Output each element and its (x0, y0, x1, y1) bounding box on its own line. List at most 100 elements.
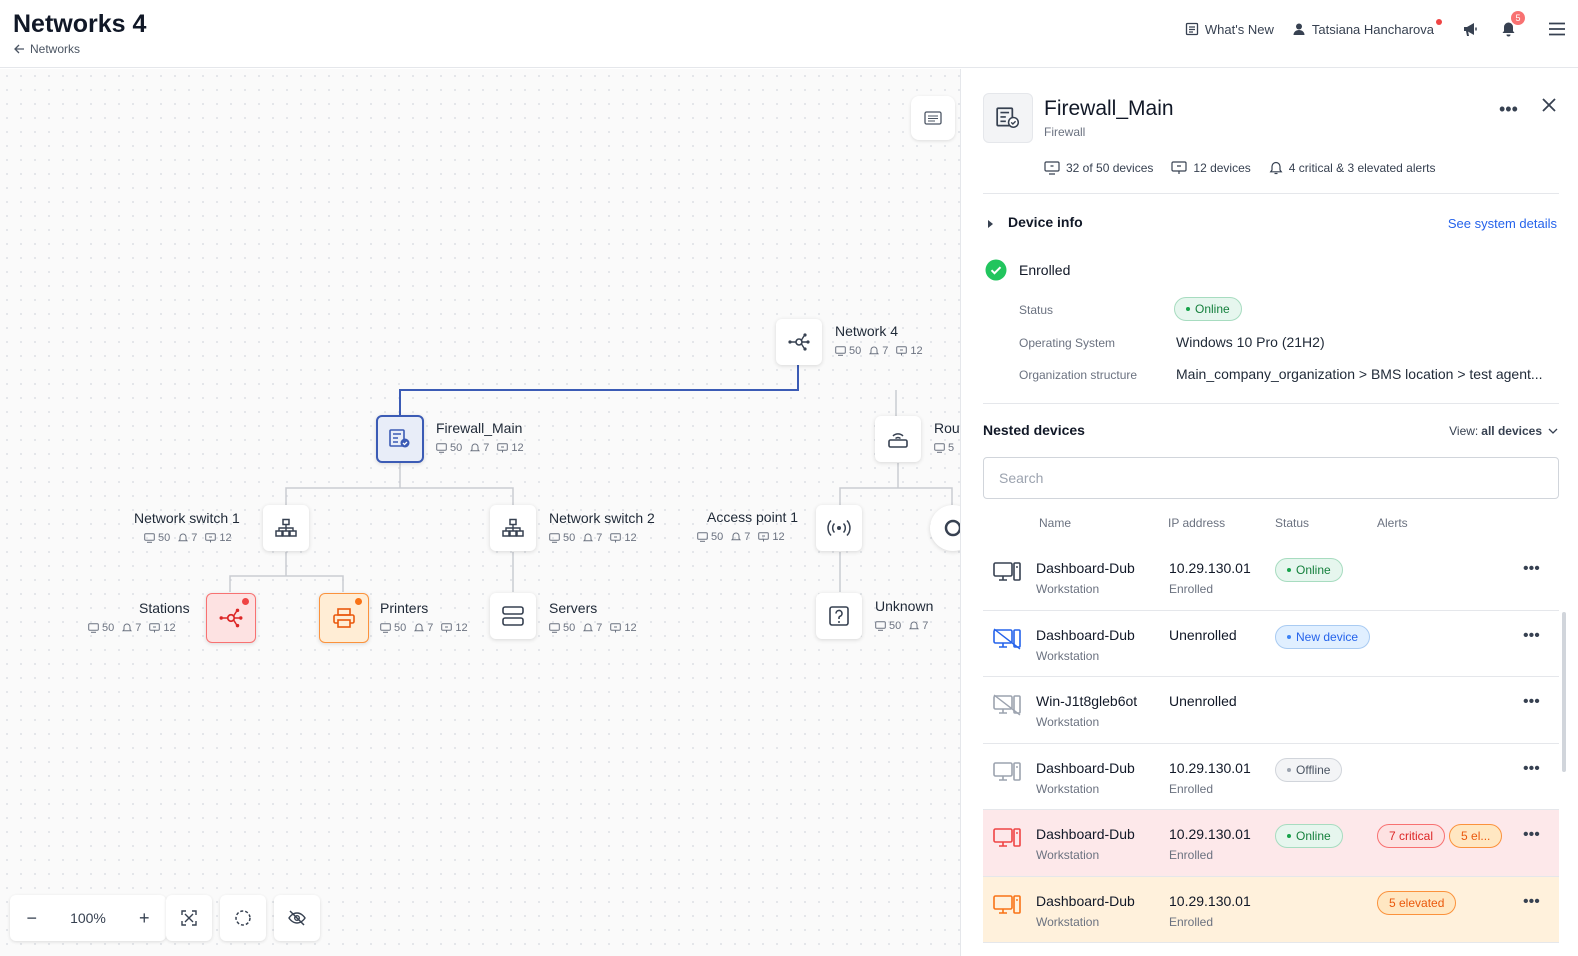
chevron-down-icon (1548, 428, 1558, 434)
notifications-button[interactable]: 5 (1501, 11, 1525, 37)
user-menu[interactable]: Tatsiana Hancharova (1292, 18, 1442, 37)
see-system-details-link[interactable]: See system details (1448, 216, 1557, 231)
monitor-icon (1044, 161, 1060, 175)
row-more-button[interactable]: ••• (1523, 893, 1540, 911)
row-more-button[interactable]: ••• (1523, 627, 1540, 645)
check-circle-icon (985, 259, 1007, 281)
monitor-icon (875, 621, 886, 631)
device-name: Dashboard-Dub (1036, 892, 1135, 909)
panel-scrollbar[interactable] (1562, 612, 1566, 772)
canvas-toolbar: − 100% + (10, 895, 320, 941)
node-label: Servers (549, 600, 598, 616)
legend-toggle-button[interactable] (911, 96, 955, 140)
table-row[interactable]: Win-J1t8gleb6ot Workstation Unenrolled •… (983, 677, 1559, 744)
table-row[interactable]: Dashboard-Dub Workstation 10.29.130.01 E… (983, 744, 1559, 810)
nested-devices-table: Dashboard-Dub Workstation 10.29.130.01 E… (983, 544, 1559, 943)
device-details-panel: Firewall_Main Firewall ••• 32 of 50 devi… (960, 69, 1578, 956)
node-network-switch-1[interactable] (263, 505, 309, 551)
bell-icon (470, 443, 481, 452)
node-stats: 50 7 12 (835, 345, 923, 357)
breadcrumb[interactable]: Networks (14, 42, 80, 56)
row-more-button[interactable]: ••• (1523, 693, 1540, 711)
row-more-button[interactable]: ••• (1523, 560, 1540, 578)
workstation-unenrolled-icon (993, 627, 1021, 650)
center-button[interactable] (220, 895, 266, 941)
os-value: Windows 10 Pro (21H2) (1176, 334, 1325, 350)
whats-new-button[interactable]: What's New (1185, 22, 1274, 37)
table-row[interactable]: Dashboard-Dub Workstation 10.29.130.01 E… (983, 810, 1559, 877)
bell-icon (122, 623, 133, 632)
printer-icon (333, 608, 355, 628)
bell-icon (1269, 161, 1283, 175)
node-stations[interactable] (206, 593, 256, 643)
main-menu-button[interactable] (1548, 22, 1566, 36)
node-network-switch-2[interactable] (490, 505, 536, 551)
device-info-toggle[interactable]: Device info (1008, 214, 1083, 230)
close-icon (1542, 98, 1556, 112)
status-badge: Offline (1275, 757, 1343, 782)
column-header-ip[interactable]: IP address (1168, 516, 1225, 530)
network-map-canvas[interactable]: Network 4 50 7 12 Firewall_Main 50 7 12 … (0, 69, 960, 956)
ip-address: Unenrolled (1169, 626, 1237, 643)
device-icon (1171, 161, 1188, 174)
device-type: Workstation (1036, 848, 1100, 862)
zoom-out-button[interactable]: − (27, 908, 38, 929)
node-router[interactable] (875, 416, 921, 462)
bell-icon (731, 532, 742, 541)
notification-badge: 5 (1511, 11, 1525, 25)
node-unknown[interactable] (816, 593, 862, 639)
enrollment-status: Enrolled (1169, 848, 1214, 862)
eye-off-icon (288, 910, 306, 926)
firewall-icon (389, 429, 410, 448)
device-name: Dashboard-Dub (1036, 826, 1135, 842)
column-header-alerts[interactable]: Alerts (1377, 516, 1408, 530)
node-firewall-main[interactable] (376, 415, 424, 463)
enrollment-status: Enrolled (1169, 914, 1214, 929)
column-header-name[interactable]: Name (1039, 516, 1071, 530)
enrolled-label: Enrolled (1019, 262, 1071, 278)
node-network4[interactable] (776, 319, 822, 365)
fit-screen-button[interactable] (166, 895, 212, 941)
row-more-button[interactable]: ••• (1523, 826, 1540, 844)
more-options-button[interactable]: ••• (1499, 99, 1518, 120)
column-header-status[interactable]: Status (1275, 516, 1309, 530)
node-label: Network switch 2 (549, 510, 655, 526)
monitor-icon (436, 443, 447, 453)
breadcrumb-link[interactable]: Networks (30, 42, 80, 56)
announcements-button[interactable] (1462, 22, 1479, 37)
elevated-alert-badge[interactable]: 5 el... (1449, 824, 1503, 848)
node-access-point-1[interactable] (816, 505, 862, 551)
node-stats: 50 7 12 (88, 622, 176, 634)
table-row[interactable]: Dashboard-Dub Workstation 10.29.130.01 E… (983, 544, 1559, 611)
search-input[interactable] (983, 457, 1559, 499)
news-icon (1185, 22, 1199, 36)
device-type: Workstation (1036, 781, 1100, 796)
status-badge: New device (1275, 624, 1371, 649)
node-servers[interactable] (490, 593, 536, 639)
elevated-alert-badge[interactable]: 5 elevated (1377, 890, 1457, 915)
device-type: Workstation (1036, 715, 1100, 729)
zoom-in-button[interactable]: + (139, 908, 150, 929)
enrollment-status: Enrolled (1169, 582, 1214, 596)
view-filter-dropdown[interactable]: View: all devices (1449, 424, 1558, 438)
device-icon (610, 533, 622, 543)
monitor-icon (380, 623, 391, 633)
device-icon (497, 443, 509, 453)
bell-icon (178, 533, 189, 542)
node-label: Network switch 1 (134, 510, 240, 526)
megaphone-icon (1464, 22, 1477, 36)
node-label: Network 4 (835, 323, 899, 339)
expand-caret-icon[interactable] (987, 216, 995, 234)
node-stats: 5 (934, 442, 954, 454)
firewall-icon (996, 107, 1020, 128)
node-printers[interactable] (319, 593, 369, 643)
table-row[interactable]: Dashboard-Dub Workstation 10.29.130.01 E… (983, 876, 1559, 943)
close-panel-button[interactable] (1541, 97, 1557, 118)
critical-alert-badge[interactable]: 7 critical (1377, 824, 1446, 848)
org-value: Main_company_organization > BMS location… (1176, 366, 1543, 382)
row-more-button[interactable]: ••• (1523, 760, 1540, 778)
table-row[interactable]: Dashboard-Dub Workstation Unenrolled New… (983, 611, 1559, 677)
hide-button[interactable] (274, 895, 320, 941)
node-label: Printers (380, 600, 429, 616)
enrollment-status: Enrolled (1169, 781, 1214, 796)
